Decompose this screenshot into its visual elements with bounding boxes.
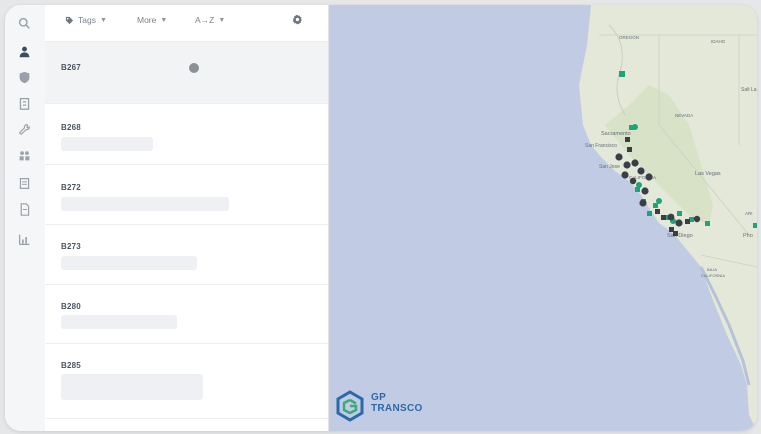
- brand-line-1: GP: [371, 392, 387, 403]
- list-toolbar: Tags ▼ More ▼ A→Z ▼: [45, 5, 328, 42]
- map-label: IDAHO: [711, 39, 726, 44]
- wrench-icon[interactable]: [16, 121, 32, 137]
- map-marker-green[interactable]: [705, 221, 710, 226]
- brand-line-2: TRANSCO: [371, 403, 423, 414]
- sort-button[interactable]: A→Z ▼: [195, 15, 225, 25]
- icon-sidebar: [5, 5, 46, 431]
- map-marker-dark[interactable]: [655, 209, 660, 214]
- map-marker-dark[interactable]: [621, 171, 629, 179]
- people-icon[interactable]: [16, 147, 32, 163]
- map-label: OREGON: [619, 35, 639, 40]
- more-filter-label: More: [137, 15, 157, 25]
- map-label: BAJA: [707, 267, 717, 272]
- map-marker-green[interactable]: [632, 124, 638, 130]
- search-icon[interactable]: [16, 15, 32, 31]
- placeholder-bar: [61, 197, 229, 211]
- map-marker-dark[interactable]: [623, 161, 631, 169]
- list-item-label: B267: [61, 63, 81, 72]
- tags-filter-label: Tags: [78, 15, 96, 25]
- map-label: Pho: [743, 233, 753, 239]
- map-marker-green[interactable]: [753, 223, 757, 228]
- map-marker-green[interactable]: [653, 203, 658, 208]
- map-marker-dark[interactable]: [661, 215, 666, 220]
- map-view[interactable]: OREGON IDAHO NEVADA Salt La Sacramento S…: [329, 5, 757, 431]
- brand-name: GP TRANSCO: [371, 392, 423, 414]
- map-label: Salt La: [741, 87, 757, 93]
- list-item[interactable]: B280: [45, 285, 328, 344]
- map-label: San Diego: [667, 233, 693, 239]
- map-label: Sacramento: [601, 131, 631, 137]
- list-item[interactable]: B273: [45, 225, 328, 285]
- map-marker-green[interactable]: [677, 211, 682, 216]
- chart-icon[interactable]: [16, 231, 32, 247]
- tags-filter-button[interactable]: Tags ▼: [65, 15, 107, 25]
- map-marker-dark[interactable]: [673, 231, 678, 236]
- map-marker-dark[interactable]: [685, 219, 690, 224]
- map-marker-dark[interactable]: [615, 153, 623, 161]
- sort-label: A→Z: [195, 15, 215, 25]
- map-marker-dark[interactable]: [675, 219, 683, 227]
- map-label: CALIFORNIA: [701, 273, 725, 278]
- list-item[interactable]: B272: [45, 165, 328, 225]
- chevron-down-icon: ▼: [99, 16, 107, 24]
- map-marker-dark[interactable]: [625, 137, 630, 142]
- app-window: Tags ▼ More ▼ A→Z ▼ B267 B268 B272 B273 …: [5, 5, 757, 431]
- placeholder-bar: [61, 315, 177, 329]
- map-marker-dark[interactable]: [645, 173, 653, 181]
- gear-icon[interactable]: [292, 14, 303, 25]
- map-label: NEVADA: [675, 113, 693, 118]
- map-marker-green[interactable]: [647, 211, 652, 216]
- map-label: ARI: [745, 211, 753, 216]
- document-icon[interactable]: [16, 201, 32, 217]
- asset-list-panel: Tags ▼ More ▼ A→Z ▼ B267 B268 B272 B273 …: [45, 5, 329, 431]
- list-item[interactable]: B267: [45, 42, 328, 104]
- gp-transco-mark: [336, 390, 364, 422]
- tag-icon: [65, 16, 74, 24]
- map-marker-dark[interactable]: [627, 147, 632, 152]
- list-item-label: B280: [61, 302, 81, 311]
- placeholder-bar: [61, 374, 203, 400]
- form-icon[interactable]: [16, 175, 32, 191]
- map-label: San Jose: [599, 164, 620, 170]
- map-canvas[interactable]: OREGON IDAHO NEVADA Salt La Sacramento S…: [329, 5, 757, 431]
- list-item-label: B268: [61, 123, 81, 132]
- map-marker-green[interactable]: [636, 182, 642, 188]
- map-label: Las Vegas: [695, 171, 721, 177]
- list-item-label: B272: [61, 183, 81, 192]
- map-marker-dark[interactable]: [631, 159, 639, 167]
- map-label: San Francisco: [585, 143, 617, 149]
- user-icon[interactable]: [12, 40, 34, 62]
- placeholder-bar: [61, 256, 197, 270]
- map-marker-green[interactable]: [656, 198, 662, 204]
- map-marker-dark[interactable]: [637, 167, 645, 175]
- map-marker-dark[interactable]: [641, 187, 649, 195]
- map-marker-dark[interactable]: [639, 199, 647, 207]
- map-marker-dark[interactable]: [667, 213, 675, 221]
- building-icon[interactable]: [16, 95, 32, 111]
- list-item-label: B285: [61, 361, 81, 370]
- chevron-down-icon: ▼: [160, 16, 168, 24]
- chevron-down-icon: ▼: [218, 16, 226, 24]
- placeholder-bar: [61, 137, 153, 151]
- map-marker-dark[interactable]: [629, 177, 637, 185]
- map-marker-dark[interactable]: [693, 215, 701, 223]
- loading-indicator: [189, 63, 199, 73]
- list-item[interactable]: B285: [45, 344, 328, 419]
- gp-transco-logo: GP TRANSCO: [335, 390, 435, 424]
- map-marker-green[interactable]: [619, 71, 625, 77]
- list-item[interactable]: B268: [45, 104, 328, 165]
- more-filter-button[interactable]: More ▼: [137, 15, 167, 25]
- list-item-label: B273: [61, 242, 81, 251]
- shield-icon[interactable]: [16, 69, 32, 85]
